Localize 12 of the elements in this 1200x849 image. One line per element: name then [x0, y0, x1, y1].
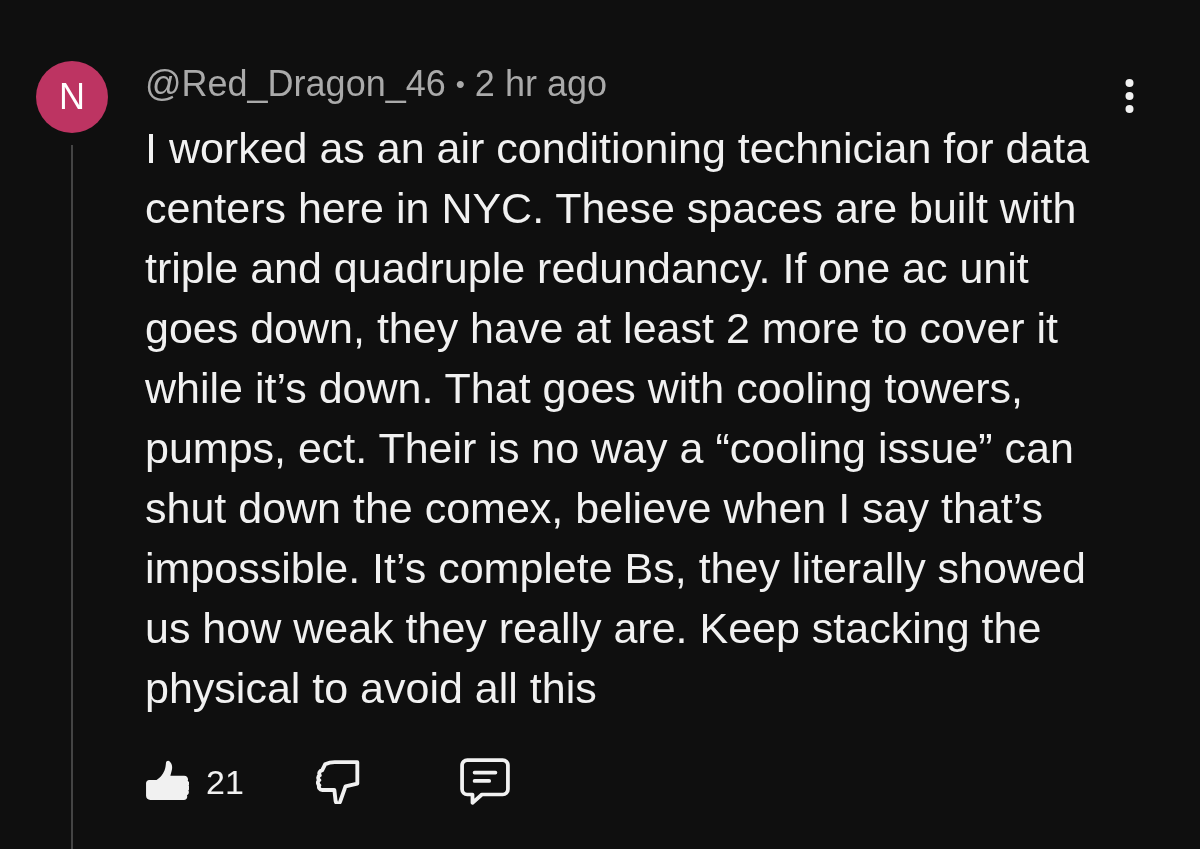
- timestamp: 2 hr ago: [474, 62, 607, 106]
- separator-dot: •: [455, 67, 465, 101]
- more-options-button[interactable]: [1124, 78, 1134, 114]
- dislike-button[interactable]: [315, 760, 360, 804]
- comment-icon: [459, 758, 510, 806]
- avatar[interactable]: N: [36, 61, 108, 133]
- author-name[interactable]: @Red_Dragon_46: [145, 57, 446, 111]
- comment-text: I worked as an air conditioning technician for data centers here in NYC. These spaces are built with triple and quadruple redundancy. If one ac unit goes down, they have at least 2 more to cover it while it’s down. That goes with cooling towers, pumps, ect. Their is no way a “cooling issue” can shut down the comex, believe when I say that’s impossible. It’s complete Bs, they literally showed us how weak they really are. Keep stacking the physical to avoid all this: [145, 123, 1091, 714]
- reply-button[interactable]: [459, 758, 510, 806]
- like-button[interactable]: 21: [145, 760, 244, 804]
- thumbs-down-icon: [315, 760, 360, 804]
- kebab-menu-icon: [1124, 78, 1134, 114]
